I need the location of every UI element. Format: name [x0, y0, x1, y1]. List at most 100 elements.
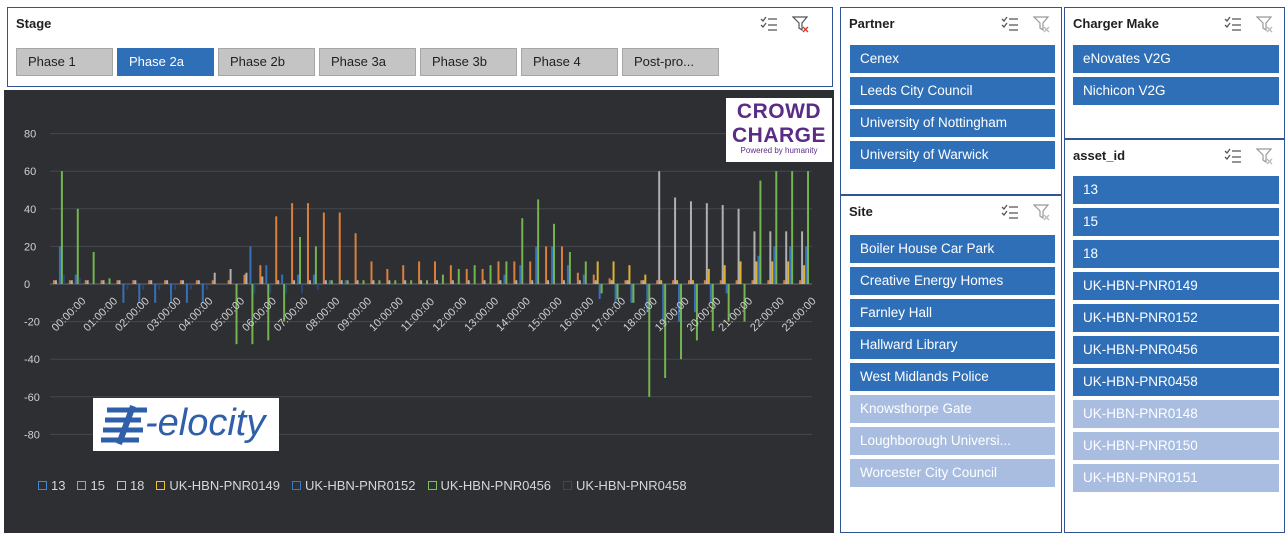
- bar: [723, 265, 726, 284]
- stage-button[interactable]: Phase 3a: [319, 48, 416, 76]
- partner-item[interactable]: Leeds City Council: [850, 77, 1055, 105]
- bar: [632, 284, 635, 303]
- multi-select-icon[interactable]: [1224, 147, 1242, 165]
- asset-id-item[interactable]: UK-HBN-PNR0456: [1073, 336, 1279, 364]
- clear-filter-icon[interactable]: [1255, 147, 1274, 165]
- asset-id-item[interactable]: 13: [1073, 176, 1279, 204]
- stage-button[interactable]: Phase 4: [521, 48, 618, 76]
- asset-id-item[interactable]: UK-HBN-PNR0150: [1073, 432, 1279, 460]
- multi-select-icon[interactable]: [1001, 203, 1019, 221]
- site-item[interactable]: Loughborough Universi...: [850, 427, 1055, 455]
- legend-swatch: [116, 481, 126, 490]
- bar: [687, 280, 690, 284]
- legend-swatch: [156, 481, 166, 490]
- clear-filter-icon[interactable]: [1032, 15, 1051, 33]
- asset-id-item[interactable]: 18: [1073, 240, 1279, 268]
- bar: [739, 261, 742, 284]
- legend-label: UK-HBN-PNR0149: [169, 478, 280, 493]
- x-tick-label: 16:00:00: [558, 295, 597, 334]
- crowdcharge-logo-line2: CHARGE: [731, 124, 826, 147]
- bar: [473, 265, 476, 284]
- asset-id-item[interactable]: 15: [1073, 208, 1279, 236]
- asset-id-item[interactable]: UK-HBN-PNR0151: [1073, 464, 1279, 492]
- site-item[interactable]: Farnley Hall: [850, 299, 1055, 327]
- evelocity-logo-text: -elocity: [145, 402, 266, 444]
- clear-filter-icon[interactable]: [791, 15, 810, 33]
- bar: [725, 284, 728, 294]
- asset-id-item[interactable]: UK-HBN-PNR0152: [1073, 304, 1279, 332]
- asset-id-item[interactable]: UK-HBN-PNR0458: [1073, 368, 1279, 396]
- charger-make-slicer-title: Charger Make: [1073, 16, 1159, 31]
- site-item[interactable]: West Midlands Police: [850, 363, 1055, 391]
- partner-item[interactable]: University of Nottingham: [850, 109, 1055, 137]
- x-tick-label: 08:00:00: [304, 295, 343, 334]
- bar: [598, 284, 601, 300]
- bar: [402, 265, 405, 284]
- stage-button[interactable]: Phase 2b: [218, 48, 315, 76]
- site-item[interactable]: Hallward Library: [850, 331, 1055, 359]
- stage-slicer-title: Stage: [16, 16, 52, 31]
- stage-button[interactable]: Phase 3b: [420, 48, 517, 76]
- multi-select-icon[interactable]: [1224, 15, 1242, 33]
- y-tick-label: -20: [24, 317, 40, 329]
- bar: [608, 278, 611, 284]
- bar: [344, 280, 347, 284]
- bar: [467, 280, 470, 284]
- bar: [164, 280, 167, 284]
- bar: [451, 280, 454, 284]
- bar: [457, 268, 460, 284]
- bar: [497, 261, 500, 284]
- site-item[interactable]: Knowsthorpe Gate: [850, 395, 1055, 423]
- bar: [642, 280, 645, 284]
- site-item[interactable]: Creative Energy Homes: [850, 267, 1055, 295]
- bar: [465, 268, 468, 284]
- bar: [58, 246, 61, 284]
- bar: [553, 223, 556, 284]
- clear-filter-icon[interactable]: [1032, 203, 1051, 221]
- asset-id-item[interactable]: UK-HBN-PNR0148: [1073, 400, 1279, 428]
- bar: [582, 274, 585, 284]
- bar: [672, 280, 675, 284]
- legend-swatch: [77, 481, 87, 490]
- charger-make-item[interactable]: eNovates V2G: [1073, 45, 1279, 73]
- site-item[interactable]: Boiler House Car Park: [850, 235, 1055, 263]
- legend-swatch: [427, 481, 437, 490]
- bar: [547, 280, 550, 284]
- bar: [769, 231, 772, 284]
- bar: [767, 280, 770, 284]
- x-tick-label: 01:00:00: [81, 295, 120, 334]
- multi-select-icon[interactable]: [760, 15, 778, 33]
- asset-id-item[interactable]: UK-HBN-PNR0149: [1073, 272, 1279, 300]
- stage-button[interactable]: Post-pro...: [622, 48, 719, 76]
- bar: [751, 280, 754, 284]
- stage-slicer: Stage Phase 1 Phase 2a Phase 2b Phase 3a Pha…: [7, 7, 833, 87]
- partner-item[interactable]: University of Warwick: [850, 141, 1055, 169]
- x-tick-label: 07:00:00: [272, 295, 311, 334]
- partner-item[interactable]: Cenex: [850, 45, 1055, 73]
- x-tick-label: 22:00:00: [748, 295, 787, 334]
- bar: [773, 246, 776, 284]
- bar: [108, 278, 111, 284]
- bar: [584, 261, 587, 284]
- bar: [628, 265, 631, 284]
- charger-make-item[interactable]: Nichicon V2G: [1073, 77, 1279, 105]
- bar-chart: 80 60 40 20 0 -20 -40 -60 -80 00:00:0001:00:0002:…: [24, 129, 819, 442]
- bar: [721, 205, 724, 284]
- x-tick-label: 23:00:00: [780, 295, 819, 334]
- stage-button[interactable]: Phase 2a: [117, 48, 214, 76]
- bar: [154, 284, 157, 303]
- bar: [594, 280, 597, 284]
- legend-label: UK-HBN-PNR0458: [576, 478, 687, 493]
- bar: [705, 203, 708, 284]
- bar: [410, 280, 413, 284]
- x-tick-label: 13:00:00: [462, 295, 501, 334]
- site-item-list: Boiler House Car Park Creative Energy Hom…: [850, 235, 1055, 487]
- bar: [100, 280, 103, 284]
- multi-select-icon[interactable]: [1001, 15, 1019, 33]
- site-item[interactable]: Worcester City Council: [850, 459, 1055, 487]
- stage-button[interactable]: Phase 1: [16, 48, 113, 76]
- clear-filter-icon[interactable]: [1255, 15, 1274, 33]
- bar: [249, 246, 252, 284]
- bar: [630, 284, 633, 303]
- bar: [265, 265, 268, 284]
